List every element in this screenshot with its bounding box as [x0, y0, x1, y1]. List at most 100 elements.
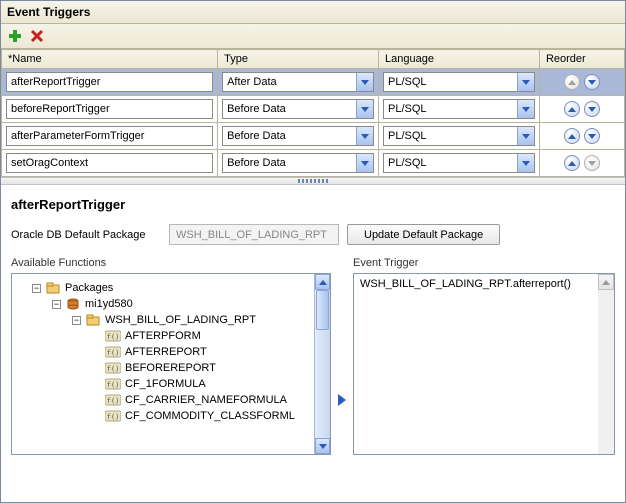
update-default-package-button[interactable]: Update Default Package: [347, 224, 500, 245]
svg-text:f(): f(): [107, 333, 120, 341]
table-row[interactable]: Before Data PL/SQL: [2, 96, 625, 123]
collapse-icon[interactable]: −: [32, 284, 41, 293]
default-package-label: Oracle DB Default Package: [11, 229, 161, 241]
tree-label: mi1yd580: [83, 296, 133, 312]
move-down-button[interactable]: [584, 101, 600, 117]
name-input[interactable]: [6, 153, 213, 173]
name-input[interactable]: [6, 99, 213, 119]
tree-label: CF_COMMODITY_CLASSFORML: [123, 408, 295, 424]
move-right-button[interactable]: [335, 390, 349, 410]
function-icon: f(): [105, 393, 121, 407]
col-reorder[interactable]: Reorder: [539, 50, 624, 69]
tree-scrollbar[interactable]: [314, 274, 330, 454]
move-down-button[interactable]: [584, 128, 600, 144]
chevron-down-icon[interactable]: [517, 73, 534, 91]
col-type[interactable]: Type: [218, 50, 379, 69]
splitter-bar[interactable]: [1, 177, 625, 185]
select-value: PL/SQL: [384, 73, 517, 91]
function-icon: f(): [105, 409, 121, 423]
code-scroll-up-icon[interactable]: [598, 274, 614, 290]
tree-item-function[interactable]: f()BEFOREREPORT: [16, 360, 310, 376]
name-input[interactable]: [6, 126, 213, 146]
splitter-grip-icon: [298, 179, 328, 183]
svg-text:f(): f(): [107, 413, 120, 421]
chevron-down-icon[interactable]: [517, 127, 534, 145]
detail-columns: Available Functions −Packages−mi1yd580−W…: [1, 255, 625, 465]
scroll-thumb[interactable]: [316, 290, 329, 330]
table-row[interactable]: After Data PL/SQL: [2, 69, 625, 96]
move-up-button[interactable]: [564, 155, 580, 171]
chevron-down-icon[interactable]: [356, 73, 373, 91]
tree-label: CF_1FORMULA: [123, 376, 206, 392]
type-select[interactable]: Before Data: [222, 153, 374, 173]
language-select[interactable]: PL/SQL: [383, 126, 535, 146]
add-icon[interactable]: [7, 28, 23, 44]
tree-label: WSH_BILL_OF_LADING_RPT: [103, 312, 256, 328]
tree-item-function[interactable]: f()AFTERREPORT: [16, 344, 310, 360]
section-title: Event Triggers: [1, 1, 625, 24]
scroll-down-icon[interactable]: [315, 438, 330, 454]
tree-item-function[interactable]: f()CF_COMMODITY_CLASSFORML: [16, 408, 310, 424]
code-scrollbar[interactable]: [598, 274, 614, 454]
move-up-button[interactable]: [564, 101, 580, 117]
collapse-icon[interactable]: −: [52, 300, 61, 309]
language-select[interactable]: PL/SQL: [383, 72, 535, 92]
tree-label: BEFOREREPORT: [123, 360, 216, 376]
scroll-track[interactable]: [315, 290, 330, 438]
language-select[interactable]: PL/SQL: [383, 99, 535, 119]
name-input[interactable]: [6, 72, 213, 92]
svg-text:f(): f(): [107, 397, 120, 405]
event-trigger-label: Event Trigger: [353, 255, 615, 273]
col-language[interactable]: Language: [379, 50, 540, 69]
select-value: PL/SQL: [384, 100, 517, 118]
delete-icon[interactable]: [29, 28, 45, 44]
tree-item-package[interactable]: − WSH_BILL_OF_LADING_RPT: [16, 312, 310, 328]
select-value: Before Data: [223, 127, 356, 145]
triggers-toolbar: [1, 24, 625, 49]
event-trigger-code-panel[interactable]: WSH_BILL_OF_LADING_RPT.afterreport(): [353, 273, 615, 455]
chevron-down-icon[interactable]: [517, 100, 534, 118]
select-value: Before Data: [223, 100, 356, 118]
select-value: PL/SQL: [384, 154, 517, 172]
table-row[interactable]: Before Data PL/SQL: [2, 123, 625, 150]
packages-icon: [45, 281, 61, 295]
type-select[interactable]: After Data: [222, 72, 374, 92]
tree-item-function[interactable]: f()CF_1FORMULA: [16, 376, 310, 392]
collapse-icon[interactable]: −: [72, 316, 81, 325]
col-name[interactable]: *Name: [2, 50, 218, 69]
select-value: PL/SQL: [384, 127, 517, 145]
default-package-row: Oracle DB Default Package Update Default…: [1, 222, 625, 255]
functions-tree[interactable]: −Packages−mi1yd580−WSH_BILL_OF_LADING_RP…: [12, 274, 314, 430]
type-select[interactable]: Before Data: [222, 126, 374, 146]
chevron-down-icon[interactable]: [356, 100, 373, 118]
tree-item-function[interactable]: f()AFTERPFORM: [16, 328, 310, 344]
svg-text:f(): f(): [107, 349, 120, 357]
function-icon: f(): [105, 345, 121, 359]
move-down-button: [584, 155, 600, 171]
table-header: *Name Type Language Reorder: [2, 50, 625, 69]
tree-item-schema[interactable]: − mi1yd580: [16, 296, 310, 312]
functions-tree-panel: −Packages−mi1yd580−WSH_BILL_OF_LADING_RP…: [11, 273, 331, 455]
chevron-down-icon[interactable]: [517, 154, 534, 172]
select-value: Before Data: [223, 154, 356, 172]
table-row[interactable]: Before Data PL/SQL: [2, 150, 625, 177]
chevron-down-icon[interactable]: [356, 127, 373, 145]
tree-label: AFTERREPORT: [123, 344, 207, 360]
language-select[interactable]: PL/SQL: [383, 153, 535, 173]
scroll-up-icon[interactable]: [315, 274, 330, 290]
chevron-down-icon[interactable]: [356, 154, 373, 172]
default-package-field: [169, 224, 339, 245]
type-select[interactable]: Before Data: [222, 99, 374, 119]
select-value: After Data: [223, 73, 356, 91]
schema-icon: [65, 297, 81, 311]
package-icon: [85, 313, 101, 327]
move-up-button[interactable]: [564, 128, 580, 144]
tree-item-packages[interactable]: −Packages: [16, 280, 310, 296]
tree-item-function[interactable]: f()CF_CARRIER_NAMEFORMULA: [16, 392, 310, 408]
available-functions-label: Available Functions: [11, 255, 331, 273]
arrow-right-icon: [338, 394, 346, 406]
function-icon: f(): [105, 361, 121, 375]
function-icon: f(): [105, 377, 121, 391]
svg-text:f(): f(): [107, 381, 120, 389]
move-down-button[interactable]: [584, 74, 600, 90]
